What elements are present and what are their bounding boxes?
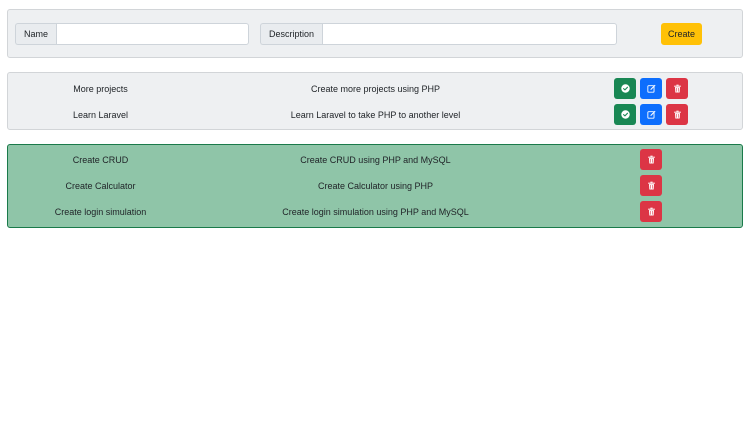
name-input-group: Name — [15, 23, 250, 45]
check-circle-icon — [620, 84, 630, 93]
delete-button[interactable] — [640, 175, 662, 196]
task-row: More projects Create more projects using… — [8, 78, 742, 100]
delete-button[interactable] — [640, 201, 662, 222]
delete-button[interactable] — [666, 104, 688, 125]
completed-task-row: Create Calculator Create Calculator usin… — [8, 175, 742, 197]
description-input-group: Description — [260, 23, 618, 45]
delete-button[interactable] — [640, 149, 662, 170]
task-name: More projects — [73, 84, 128, 94]
edit-button[interactable] — [640, 78, 662, 99]
description-input[interactable] — [322, 23, 618, 45]
create-button[interactable]: Create — [661, 23, 702, 45]
task-description: Create CRUD using PHP and MySQL — [300, 155, 451, 165]
name-input[interactable] — [56, 23, 250, 45]
trash-icon — [647, 207, 656, 216]
name-label: Name — [15, 23, 57, 45]
check-circle-icon — [620, 110, 630, 119]
completed-task-row: Create login simulation Create login sim… — [8, 201, 742, 223]
task-description: Create more projects using PHP — [310, 84, 441, 94]
task-name: Create login simulation — [54, 207, 147, 217]
trash-icon — [647, 181, 656, 190]
task-name: Learn Laravel — [72, 110, 129, 120]
completed-task-row: Create CRUD Create CRUD using PHP and My… — [8, 149, 742, 171]
description-label: Description — [260, 23, 323, 45]
task-name: Create CRUD — [72, 155, 129, 165]
task-description: Create Calculator using PHP — [317, 181, 434, 191]
task-name: Create Calculator — [65, 181, 136, 191]
trash-icon — [647, 155, 656, 164]
delete-button[interactable] — [666, 78, 688, 99]
completed-task-list: Create CRUD Create CRUD using PHP and My… — [7, 144, 743, 228]
trash-icon — [673, 110, 682, 119]
trash-icon — [673, 84, 682, 93]
task-description: Create login simulation using PHP and My… — [282, 207, 469, 217]
complete-button[interactable] — [614, 78, 636, 99]
task-form: Name Description Create — [7, 9, 743, 58]
pending-task-list: More projects Create more projects using… — [7, 72, 743, 130]
edit-button[interactable] — [640, 104, 662, 125]
task-row: Learn Laravel Learn Laravel to take PHP … — [8, 104, 742, 126]
edit-icon — [646, 110, 656, 119]
edit-icon — [646, 84, 656, 93]
complete-button[interactable] — [614, 104, 636, 125]
task-description: Learn Laravel to take PHP to another lev… — [290, 110, 461, 120]
